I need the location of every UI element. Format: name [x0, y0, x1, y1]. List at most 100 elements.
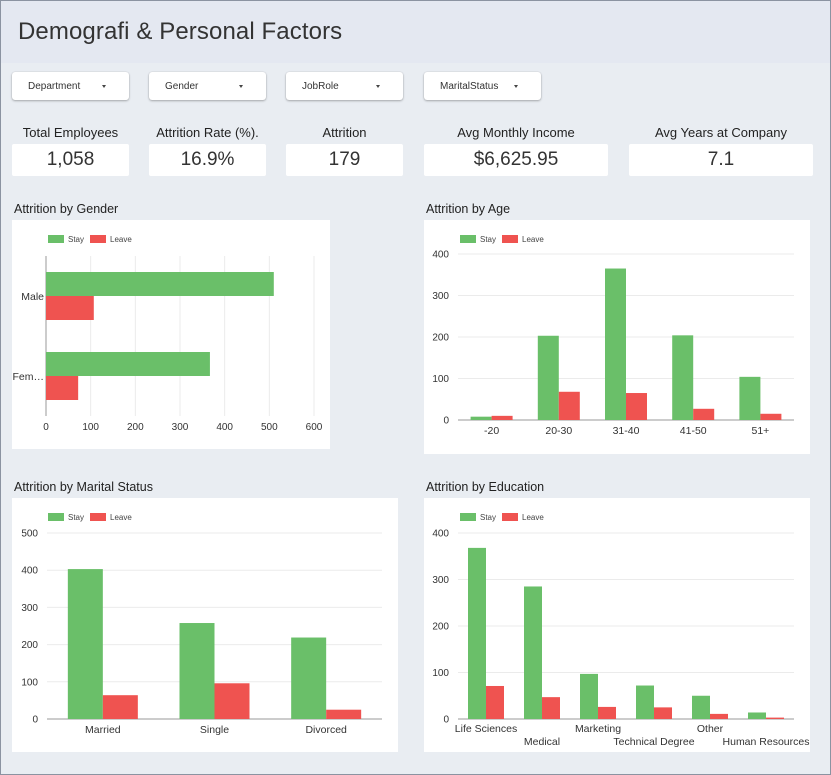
x-category-label: -20 [484, 425, 499, 437]
legend-label-leave: Leave [522, 513, 544, 522]
education-chart: Stay Leave 0 100 200 300 400 Life Sciences Medic… [432, 513, 810, 748]
y-tick-label: 400 [432, 250, 449, 261]
header-bar: Demografi & Personal Factors [1, 1, 830, 63]
bar-stay [179, 623, 215, 719]
legend-swatch-stay [460, 513, 476, 521]
age-chart: Stay Leave 0 100 200 300 400 -20 20-30 31-40 41-50… [432, 235, 794, 437]
y-tick-label: 0 [443, 416, 449, 427]
department-filter[interactable]: Department [12, 72, 129, 100]
dropdown-caret-icon [239, 85, 243, 88]
gender-chart-title: Attrition by Gender [14, 202, 119, 216]
marital-chart-title: Attrition by Marital Status [14, 480, 153, 494]
y-tick-label: 200 [432, 333, 449, 344]
x-category-label: 41-50 [680, 425, 707, 437]
bar-leave [558, 391, 580, 420]
bar-leave [598, 706, 616, 719]
legend-swatch-leave [90, 513, 106, 521]
kpi-total-employees-value: 1,058 [12, 144, 129, 176]
y-tick-label: 500 [21, 529, 38, 540]
bar-leave [654, 707, 672, 719]
y-tick-label: 400 [432, 529, 449, 540]
x-category-label: Other [697, 723, 724, 735]
dropdown-caret-icon [102, 85, 106, 88]
y-tick-label: 300 [432, 291, 449, 302]
x-category-label: Marketing [575, 723, 621, 735]
x-tick-label: 300 [172, 422, 189, 433]
page-title: Demografi & Personal Factors [18, 18, 343, 45]
legend-swatch-leave [502, 235, 518, 243]
bar-leave [486, 685, 504, 719]
legend-label-stay: Stay [68, 513, 84, 522]
gender-filter-label: Gender [165, 81, 199, 92]
education-chart-title: Attrition by Education [426, 480, 545, 494]
bar-stay [524, 586, 542, 719]
bar-stay [67, 569, 103, 719]
x-tick-label: 400 [216, 422, 233, 433]
bar-stay [748, 712, 766, 719]
gender-filter[interactable]: Gender [149, 72, 266, 100]
bar-leave [102, 695, 138, 719]
age-chart-card: Stay Leave 0 100 200 300 400 -20 20-30 31-40 41-50… [424, 220, 810, 454]
y-tick-label: 400 [21, 566, 38, 577]
legend-swatch-stay [48, 235, 64, 243]
kpi-attrition-rate-value: 16.9% [149, 144, 266, 176]
gender-chart: Stay Leave 0 100 200 300 400 500 600 Male Fem… [13, 235, 323, 433]
department-filter-label: Department [28, 81, 81, 92]
bar-leave [326, 709, 362, 719]
legend-swatch-stay [48, 513, 64, 521]
kpi-avg-years-label: Avg Years at Company [654, 125, 787, 140]
legend-swatch-stay [460, 235, 476, 243]
bar-stay [470, 416, 492, 420]
bar-stay [468, 547, 486, 719]
legend-label-leave: Leave [522, 235, 544, 244]
maritalstatus-filter[interactable]: MaritalStatus [424, 72, 541, 100]
marital-chart-card: Stay Leave 0 100 200 300 400 500 Married Single Di… [12, 498, 398, 752]
y-tick-label: 0 [32, 715, 38, 726]
x-tick-label: 200 [127, 422, 144, 433]
legend-label-stay: Stay [68, 235, 84, 244]
kpi-avg-years-value: 7.1 [629, 144, 813, 176]
x-category-label: 20-30 [545, 425, 572, 437]
age-chart-title: Attrition by Age [426, 202, 511, 216]
x-tick-label: 0 [43, 422, 49, 433]
y-tick-label: 300 [21, 603, 38, 614]
bar-stay [636, 685, 654, 719]
gender-chart-card: Stay Leave 0 100 200 300 400 500 600 Male Fem… [12, 220, 330, 449]
dropdown-caret-icon [514, 85, 518, 88]
jobrole-filter[interactable]: JobRole [286, 72, 403, 100]
y-tick-label: 0 [443, 715, 449, 726]
x-tick-label: 500 [261, 422, 278, 433]
x-category-label: Human Resources [723, 736, 810, 748]
dropdown-caret-icon [376, 85, 380, 88]
y-category-label: Fem… [13, 371, 45, 383]
bar-leave [46, 296, 94, 320]
bar-stay [580, 673, 598, 719]
legend-label-leave: Leave [110, 235, 132, 244]
bar-stay [46, 352, 210, 376]
y-tick-label: 100 [432, 374, 449, 385]
bar-leave [693, 408, 715, 420]
legend-label-stay: Stay [480, 235, 496, 244]
legend-label-leave: Leave [110, 513, 132, 522]
x-category-label: Medical [524, 736, 560, 748]
x-category-label: Life Sciences [455, 723, 517, 735]
x-tick-label: 600 [306, 422, 323, 433]
x-category-label: Technical Degree [613, 736, 694, 748]
x-category-label: 51+ [751, 425, 769, 437]
marital-chart: Stay Leave 0 100 200 300 400 500 Married Single Di… [21, 513, 382, 736]
bar-stay [672, 335, 694, 420]
y-category-label: Male [21, 291, 44, 303]
x-tick-label: 100 [82, 422, 99, 433]
bar-stay [46, 272, 274, 296]
bar-leave [46, 376, 79, 400]
jobrole-filter-label: JobRole [302, 81, 339, 92]
y-tick-label: 100 [432, 668, 449, 679]
bar-stay [605, 268, 626, 420]
legend-label-stay: Stay [480, 513, 496, 522]
x-category-label: Single [200, 724, 229, 736]
y-tick-label: 100 [21, 677, 38, 688]
bar-leave [214, 683, 250, 719]
x-category-label: Divorced [305, 724, 347, 736]
bar-stay [739, 376, 761, 420]
kpi-attrition-rate-label: Attrition Rate (%). [156, 125, 259, 140]
